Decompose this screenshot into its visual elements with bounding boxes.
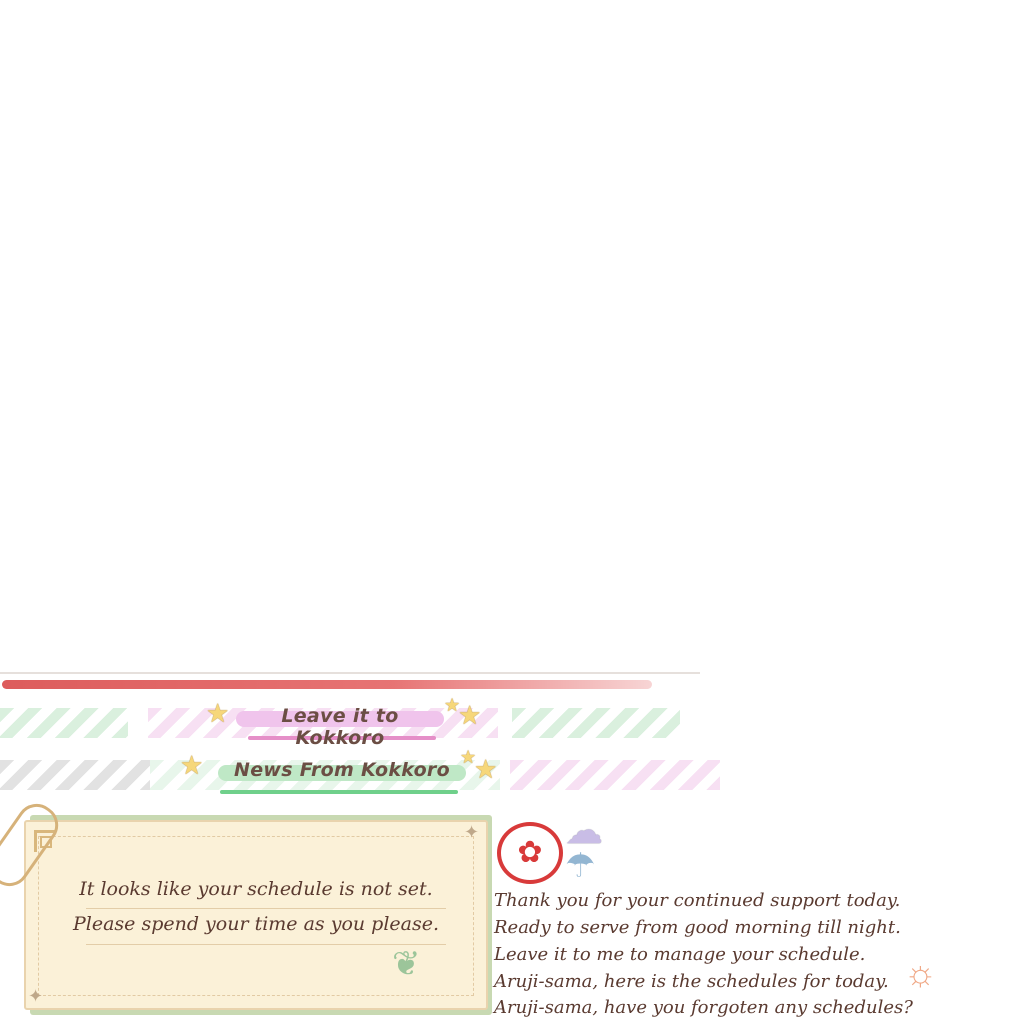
message-line: Aruji-sama, here is the schedules for to… [494, 971, 889, 992]
star-icon: ★ [206, 698, 230, 728]
stamp-glyph: ✿ [517, 836, 543, 869]
banner-underline [220, 790, 458, 794]
message-line: Ready to serve from good morning till ni… [494, 917, 901, 938]
message-line: Leave it to me to manage your schedule. [494, 944, 866, 965]
star-icon: ★ [180, 750, 204, 780]
mascot-critter-icon: ❦ [392, 945, 421, 983]
diamond-icon: ✦ [28, 986, 44, 1006]
diamond-icon: ✦ [464, 822, 480, 842]
message-line: Thank you for your continued support tod… [494, 890, 901, 911]
star-icon: ★ [474, 754, 498, 784]
sun-icon: ☼ [904, 952, 937, 993]
green-stripe-strip [0, 708, 128, 738]
news-from-kokkoro-banner: News From Kokkoro [218, 759, 466, 787]
leave-it-to-kokkoro-banner: Leave it to Kokkoro [236, 705, 444, 749]
sprite-sheet: Leave it to Kokkoro ★ ★ ★ News From Kokk… [0, 0, 1024, 1024]
top-rule-divider [0, 672, 700, 674]
star-icon: ★ [458, 700, 482, 730]
red-brush-stroke [2, 680, 652, 689]
schedule-empty-line-1: It looks like your schedule is not set. [79, 878, 433, 900]
green-stripe-strip [512, 708, 680, 738]
banner-title: Leave it to Kokkoro [281, 705, 399, 749]
ruled-line [86, 908, 446, 909]
schedule-empty-line-2: Please spend your time as you please. [72, 913, 440, 935]
banner-title: News From Kokkoro [234, 759, 450, 781]
red-stamp-icon: ✿ [497, 822, 563, 884]
grey-stripe-strip [0, 760, 150, 790]
message-line: Aruji-sama, have you forgoten any schedu… [494, 997, 913, 1018]
pink-stripe-strip [510, 760, 720, 790]
umbrella-icon: ☂ [565, 847, 596, 885]
